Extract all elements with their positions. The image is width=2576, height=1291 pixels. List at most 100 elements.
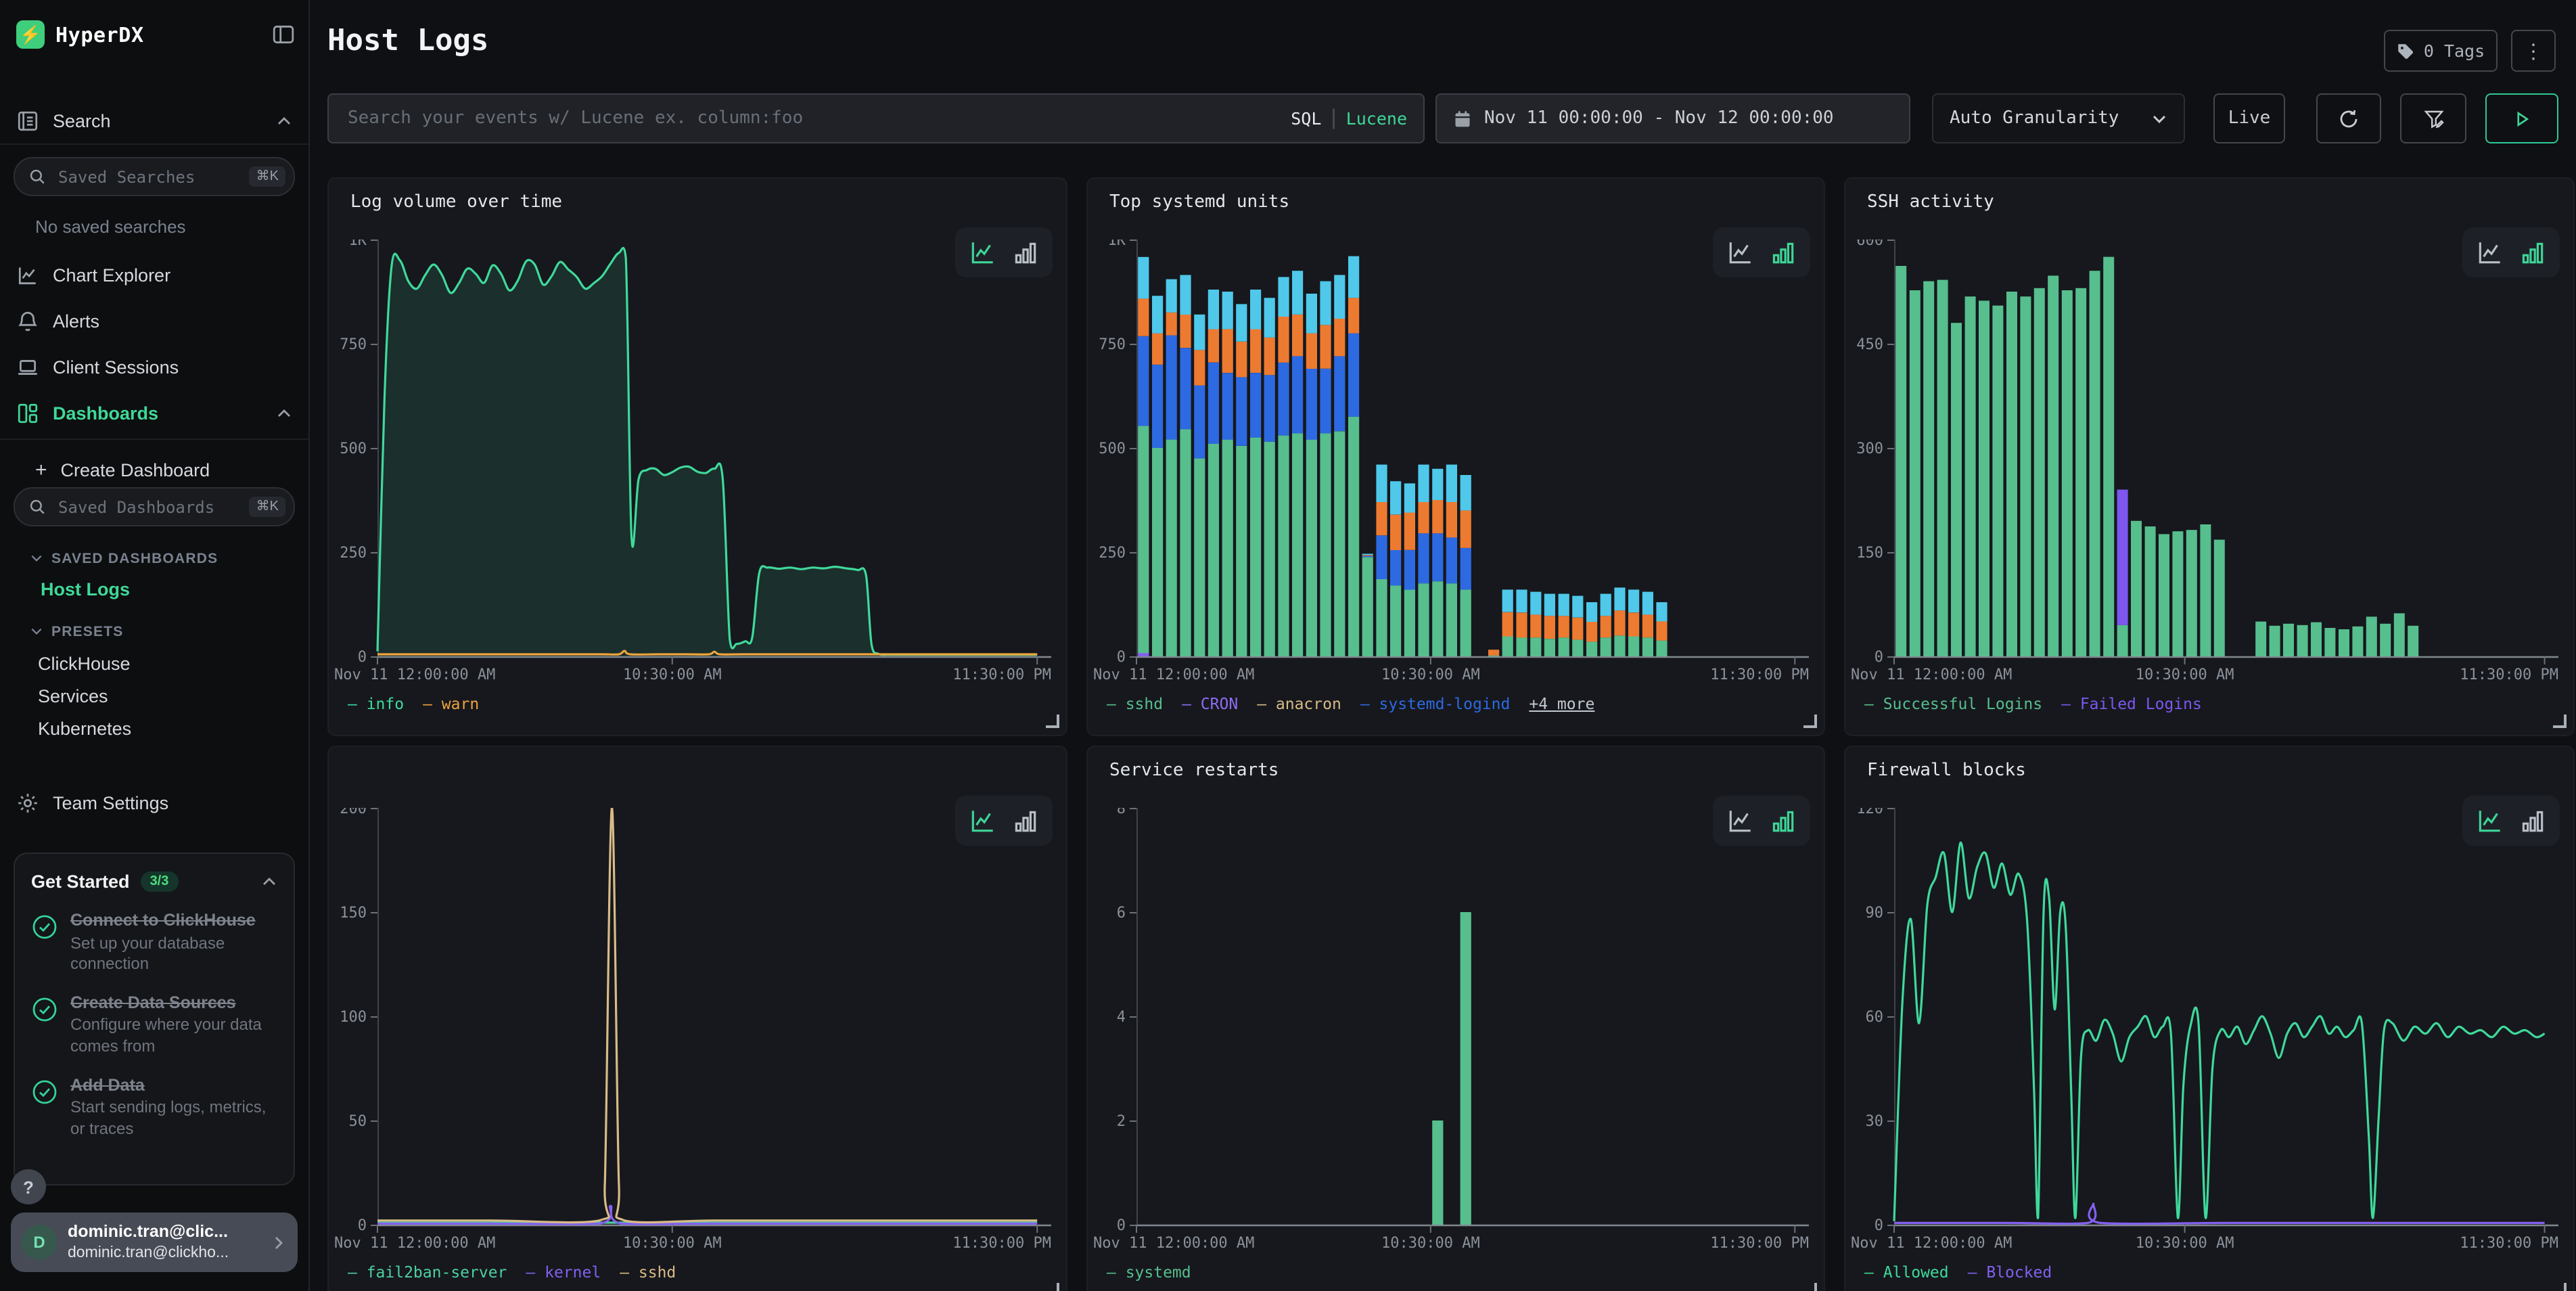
legend-item-blocked[interactable]: — Blocked — [1968, 1263, 2052, 1282]
more-options-button[interactable]: ⋮ — [2511, 30, 2556, 72]
event-search-input[interactable] — [345, 107, 1291, 130]
chevron-up-icon[interactable] — [261, 870, 277, 893]
sidebar-item-chart-explorer[interactable]: Chart Explorer — [16, 257, 292, 292]
svg-text:500: 500 — [1099, 440, 1126, 457]
svg-text:200: 200 — [340, 808, 367, 817]
bar-segment — [1292, 433, 1303, 656]
bar-segment — [1572, 596, 1583, 618]
create-dashboard-label: Create Dashboard — [61, 459, 292, 480]
line-view-icon[interactable] — [969, 238, 997, 267]
presets-section[interactable]: PRESETS — [30, 620, 308, 643]
sidebar-item-kubernetes[interactable]: Kubernetes — [38, 719, 308, 739]
legend-item-warn[interactable]: — warn — [423, 694, 479, 713]
legend-item-anacron[interactable]: — anacron — [1257, 694, 1341, 713]
bar-segment — [1460, 548, 1471, 590]
line-view-icon[interactable] — [969, 807, 997, 835]
sidebar-item-dashboards[interactable]: Dashboards — [16, 395, 292, 430]
resize-handle[interactable] — [2553, 715, 2567, 728]
bar-view-icon[interactable] — [2518, 238, 2546, 267]
bar-segment — [1152, 365, 1163, 448]
svg-text:450: 450 — [1856, 336, 1883, 353]
saved-dashboards-search[interactable]: ⌘K — [14, 487, 295, 526]
tags-button[interactable]: 0 Tags — [2384, 30, 2498, 72]
resize-handle[interactable] — [1803, 1283, 1817, 1291]
bar-segment — [1446, 465, 1457, 502]
chart-type-toggle — [2462, 227, 2560, 277]
bar-view-icon[interactable] — [1768, 807, 1797, 835]
resize-handle[interactable] — [1803, 715, 1817, 728]
legend-item--4-more[interactable]: +4 more — [1529, 694, 1594, 713]
sidebar-item-services[interactable]: Services — [38, 686, 308, 706]
sql-toggle[interactable]: SQL — [1291, 108, 1321, 129]
legend-item-failed-logins[interactable]: — Failed Logins — [2061, 694, 2202, 713]
bar-segment — [1236, 377, 1247, 446]
sidebar-item-search[interactable]: Search — [16, 103, 292, 138]
svg-text:500: 500 — [340, 440, 367, 457]
sidebar-item-client-sessions[interactable]: Client Sessions — [16, 349, 292, 384]
filter-button[interactable] — [2400, 93, 2466, 143]
bar-view-icon[interactable] — [1011, 238, 1039, 267]
date-range-picker[interactable]: Nov 11 00:00:00 - Nov 12 00:00:00 — [1435, 93, 1910, 143]
lucene-toggle[interactable]: Lucene — [1346, 108, 1407, 129]
line-view-icon[interactable] — [2476, 807, 2504, 835]
legend-item-systemd-logind[interactable]: — systemd-logind — [1360, 694, 1511, 713]
chevron-up-icon — [276, 109, 292, 132]
get-started-step-sources[interactable]: Create Data Sources Configure where your… — [31, 993, 277, 1058]
granularity-select[interactable]: Auto Granularity — [1932, 93, 2185, 143]
bar-view-icon[interactable] — [2518, 807, 2546, 835]
legend-item-allowed[interactable]: — Allowed — [1864, 1263, 1949, 1282]
resize-handle[interactable] — [1046, 1283, 1059, 1291]
sidebar-item-team-settings[interactable]: Team Settings — [16, 785, 292, 820]
chart-type-toggle — [1713, 796, 1810, 846]
bar-segment — [1544, 616, 1555, 639]
bar-segment — [2283, 624, 2294, 656]
bar-segment — [1432, 500, 1443, 533]
saved-searches-search[interactable]: ⌘K — [14, 157, 295, 196]
bar-segment — [1348, 417, 1359, 656]
bar-segment — [1222, 292, 1233, 329]
chart-type-toggle — [2462, 796, 2560, 846]
line-view-icon[interactable] — [1726, 807, 1755, 835]
bar-segment — [1292, 315, 1303, 357]
resize-handle[interactable] — [1046, 715, 1059, 728]
saved-searches-input[interactable] — [55, 166, 240, 187]
saved-dashboards-input[interactable] — [55, 496, 240, 518]
refresh-button[interactable] — [2316, 93, 2381, 143]
user-menu[interactable]: D dominic.tran@clic... dominic.tran@clic… — [11, 1213, 298, 1272]
live-button[interactable]: Live — [2213, 93, 2285, 143]
sidebar-item-alerts[interactable]: Alerts — [16, 303, 292, 338]
date-range-value: Nov 11 00:00:00 - Nov 12 00:00:00 — [1484, 108, 1834, 129]
resize-handle[interactable] — [2553, 1283, 2567, 1291]
sidebar-item-clickhouse[interactable]: ClickHouse — [38, 654, 308, 674]
bar-segment — [1544, 639, 1555, 656]
bar-view-icon[interactable] — [1011, 807, 1039, 835]
sidebar-item-host-logs[interactable]: Host Logs — [41, 579, 308, 599]
event-search-bar[interactable]: SQL | Lucene — [327, 93, 1425, 143]
bar-segment — [1559, 637, 1569, 656]
collapse-sidebar-icon[interactable] — [272, 23, 295, 46]
run-query-button[interactable] — [2485, 93, 2558, 143]
x-axis-labels: Nov 11 12:00:00 AM10:30:00 AM11:30:00 PM — [329, 666, 1066, 685]
bar-segment — [1194, 386, 1205, 459]
legend-item-info[interactable]: — info — [348, 694, 404, 713]
legend-item-systemd[interactable]: — systemd — [1107, 1263, 1191, 1282]
bar-segment — [1138, 653, 1149, 656]
calendar-icon — [1453, 109, 1472, 128]
legend-item-sshd[interactable]: — sshd — [1107, 694, 1163, 713]
help-button[interactable]: ? — [11, 1169, 46, 1204]
bar-segment — [1586, 622, 1597, 642]
bar-segment — [1334, 431, 1345, 656]
bar-view-icon[interactable] — [1768, 238, 1797, 267]
legend-item-successful-logins[interactable]: — Successful Logins — [1864, 694, 2042, 713]
legend-item-kernel[interactable]: — kernel — [526, 1263, 601, 1282]
legend-item-cron[interactable]: — CRON — [1182, 694, 1238, 713]
line-view-icon[interactable] — [1726, 238, 1755, 267]
get-started-step-add-data[interactable]: Add Data Start sending logs, metrics, or… — [31, 1075, 277, 1140]
legend-item-fail2ban-server[interactable]: — fail2ban-server — [348, 1263, 507, 1282]
get-started-step-connect[interactable]: Connect to ClickHouse Set up your databa… — [31, 911, 277, 976]
line-view-icon[interactable] — [2476, 238, 2504, 267]
saved-dashboards-section[interactable]: SAVED DASHBOARDS — [30, 547, 308, 570]
legend-item-sshd[interactable]: — sshd — [620, 1263, 676, 1282]
search-section-icon — [16, 109, 39, 132]
create-dashboard-button[interactable]: + Create Dashboard — [35, 452, 292, 487]
